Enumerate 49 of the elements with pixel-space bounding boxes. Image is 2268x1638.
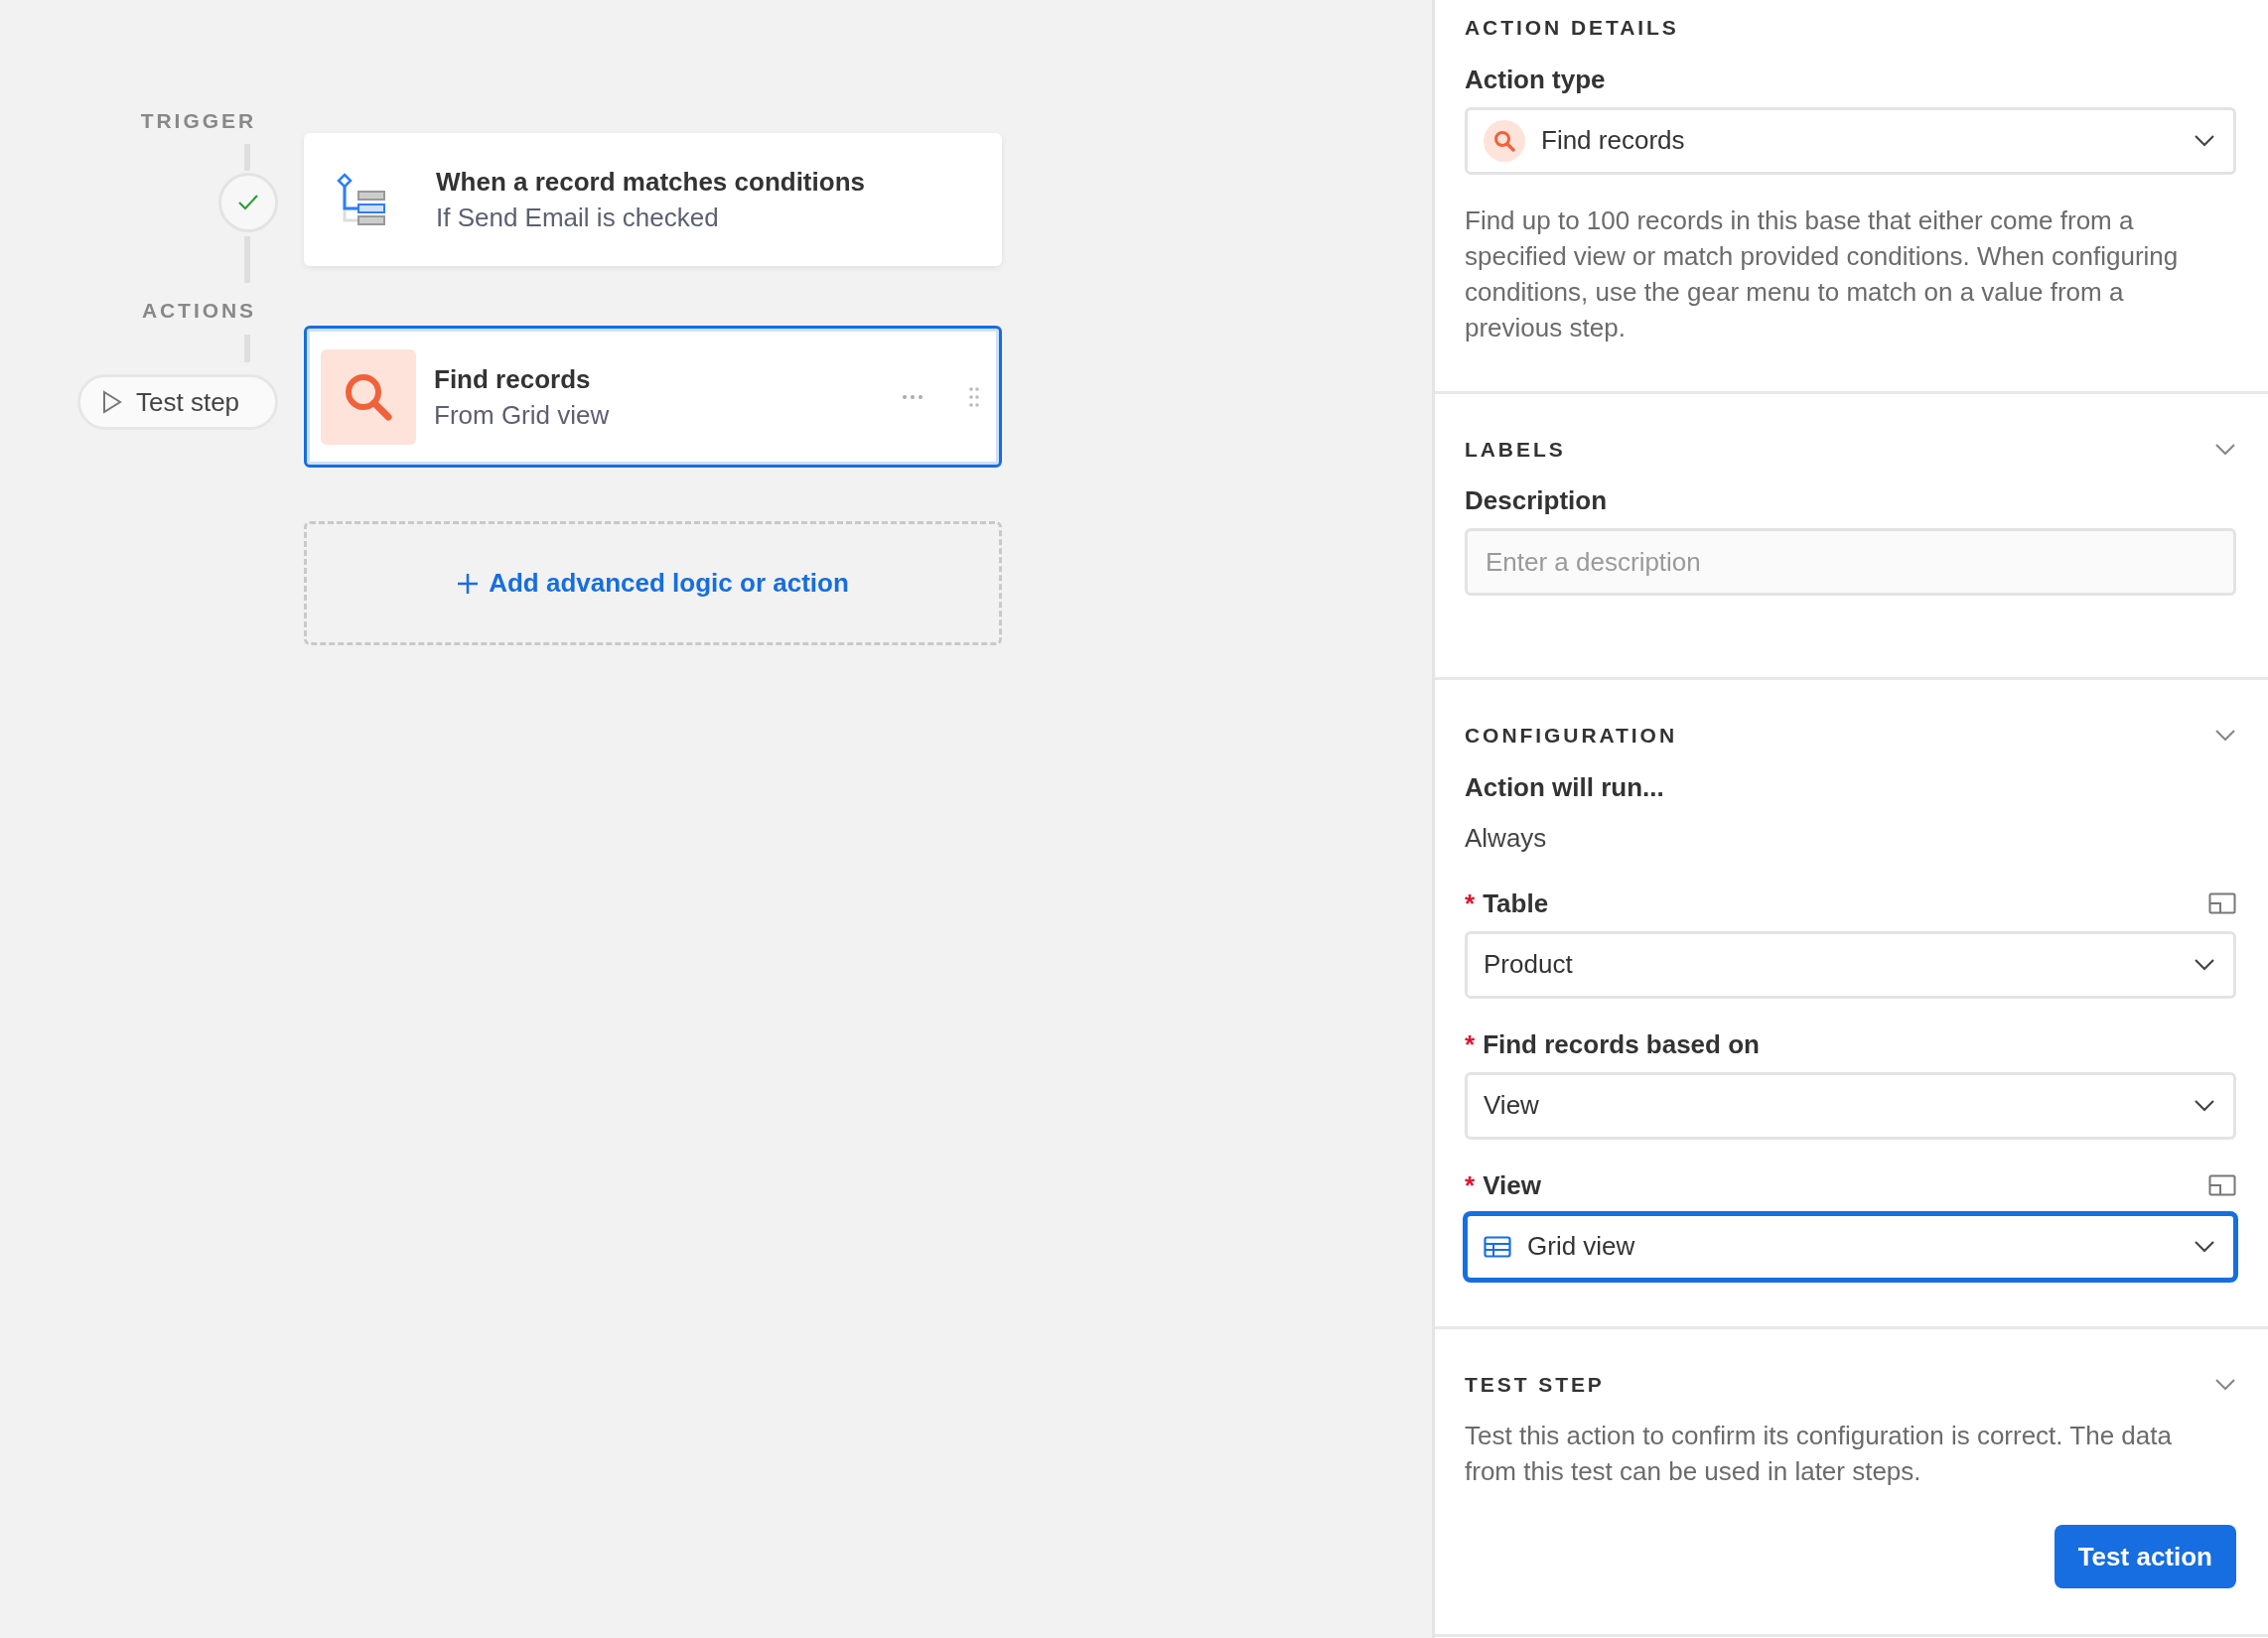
add-action-button[interactable]: Add advanced logic or action bbox=[451, 563, 855, 604]
description-text: Test this action to confirm its configuration is correct. The data from this test can be used in later steps. bbox=[1465, 1420, 2173, 1488]
condition-tree-icon bbox=[337, 173, 386, 226]
chevron-down-icon bbox=[2194, 134, 2215, 147]
test-action-button[interactable]: Test action bbox=[2054, 1525, 2236, 1588]
chevron-down-icon bbox=[2194, 1099, 2215, 1112]
required-asterisk: * bbox=[1465, 1168, 1476, 1202]
field-label: Description bbox=[1465, 484, 1609, 517]
section-heading: CONFIGURATION bbox=[1465, 723, 1677, 749]
test-step-button[interactable]: Test step bbox=[77, 374, 278, 430]
more-icon[interactable] bbox=[902, 393, 923, 400]
section-heading: LABELS bbox=[1465, 436, 1566, 463]
description-text: Find up to 100 records in this base that either come from a specified view or match provided conditions. When configuring conditions, use the gear menu to match on a value from a previous step. bbox=[1465, 204, 2180, 344]
action-title: Find records bbox=[434, 362, 592, 396]
field-label: Action will run... bbox=[1465, 770, 1665, 804]
field-label: View bbox=[1483, 1168, 1541, 1202]
expand-icon[interactable] bbox=[2208, 1173, 2236, 1196]
action-subtitle: From Grid view bbox=[434, 398, 611, 432]
chevron-down-icon bbox=[2194, 1240, 2215, 1253]
magnifier-drawing bbox=[1493, 129, 1515, 152]
grid-icon bbox=[1484, 1235, 1511, 1258]
trigger-label: TRIGGER bbox=[140, 109, 257, 133]
field-value: Always bbox=[1465, 821, 1548, 855]
expand-icon[interactable] bbox=[2208, 891, 2236, 914]
actions-label: ACTIONS bbox=[141, 299, 257, 323]
field-label: Find records based on bbox=[1483, 1027, 1760, 1061]
section-heading: ACTION DETAILS bbox=[1465, 15, 1679, 41]
select-field[interactable]: Grid view bbox=[1465, 1212, 2236, 1281]
trigger-card[interactable]: When a record matches conditions If Send Email is checked bbox=[304, 133, 1002, 266]
select-field[interactable]: View bbox=[1465, 1071, 2236, 1140]
trigger-subtitle: If Send Email is checked bbox=[436, 202, 720, 234]
chevron-down-icon bbox=[2194, 958, 2215, 971]
drag-handle-icon[interactable] bbox=[969, 385, 979, 408]
select-field[interactable]: Product bbox=[1465, 930, 2236, 999]
required-asterisk: * bbox=[1465, 1027, 1476, 1061]
field-label: Action type bbox=[1465, 63, 1606, 96]
play-icon bbox=[102, 390, 122, 414]
trigger-title: When a record matches conditions bbox=[436, 166, 865, 199]
section-heading: TEST STEP bbox=[1465, 1371, 1605, 1398]
check-icon bbox=[236, 193, 260, 212]
select-field[interactable]: Find records bbox=[1465, 106, 2236, 175]
collapse-icon[interactable] bbox=[2214, 1377, 2236, 1391]
action-card[interactable]: Find records From Grid view bbox=[304, 326, 1002, 468]
field-label: Table bbox=[1483, 887, 1549, 920]
collapse-icon[interactable] bbox=[2214, 442, 2236, 456]
required-asterisk: * bbox=[1465, 887, 1476, 920]
description-field[interactable]: Enter a description bbox=[1465, 528, 2236, 596]
collapse-icon[interactable] bbox=[2214, 729, 2236, 743]
plus-icon bbox=[457, 572, 480, 595]
